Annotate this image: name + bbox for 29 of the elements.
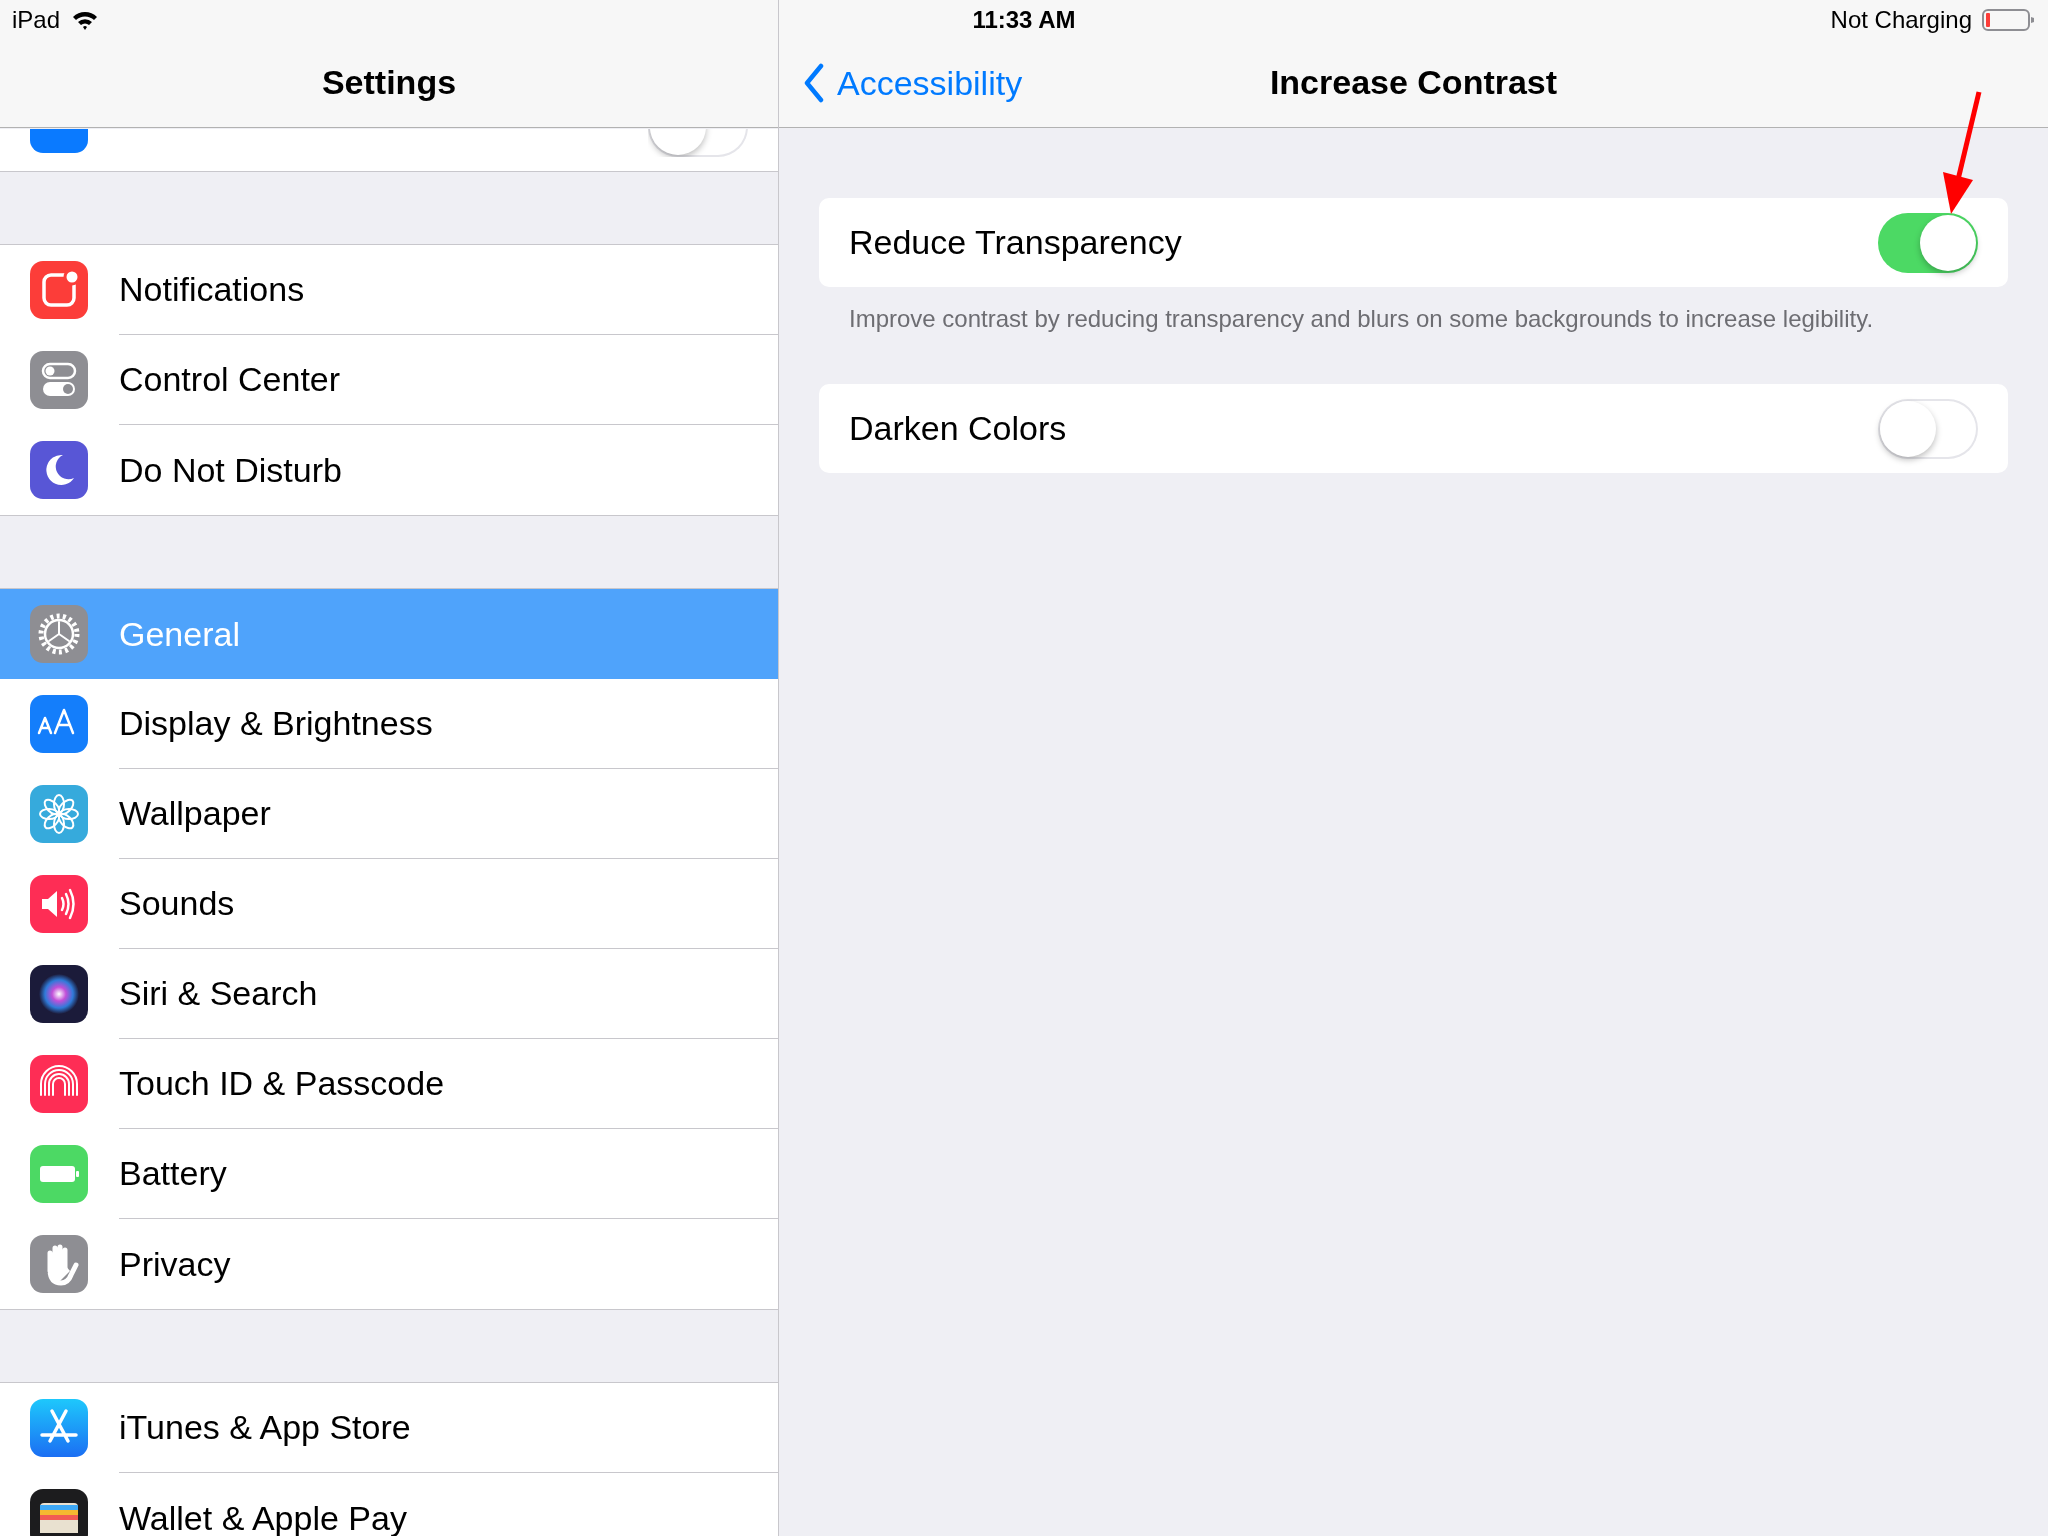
device-name: iPad <box>12 6 61 34</box>
setting-label: Darken Colors <box>849 409 1067 448</box>
gear-icon <box>30 605 88 663</box>
clock-time: 11:33 AM <box>972 6 1076 34</box>
letters-icon <box>30 695 88 753</box>
back-button[interactable]: Accessibility <box>803 63 1023 103</box>
battery-status: Not Charging <box>1830 6 1972 34</box>
siri-icon <box>30 965 88 1023</box>
toggle-switch[interactable] <box>1878 212 1978 273</box>
wallet-icon <box>30 1489 88 1536</box>
toggles-icon <box>30 351 88 409</box>
back-label: Accessibility <box>837 63 1023 103</box>
nav-title: Increase Contrast <box>1269 63 1558 102</box>
hand-icon <box>30 1235 88 1293</box>
toggle-switch[interactable] <box>1878 398 1978 459</box>
battery-icon <box>1982 8 2036 32</box>
setting-label: Reduce Transparency <box>849 223 1182 262</box>
moon-icon <box>30 441 88 499</box>
setting-description: Improve contrast by reducing transparency and blurs on some backgrounds to increase legibility. <box>849 304 1875 334</box>
fingerprint-icon <box>30 1055 88 1113</box>
notifications-icon <box>30 261 88 319</box>
nav-title: Settings <box>321 63 457 102</box>
app-store-icon <box>30 1399 88 1457</box>
speaker-icon <box>30 875 88 933</box>
back-chevron-icon <box>803 63 825 103</box>
flower-icon <box>30 785 88 843</box>
toggle-switch[interactable] <box>648 129 748 157</box>
battery-icon <box>30 1145 88 1203</box>
vpn-icon <box>30 129 88 153</box>
